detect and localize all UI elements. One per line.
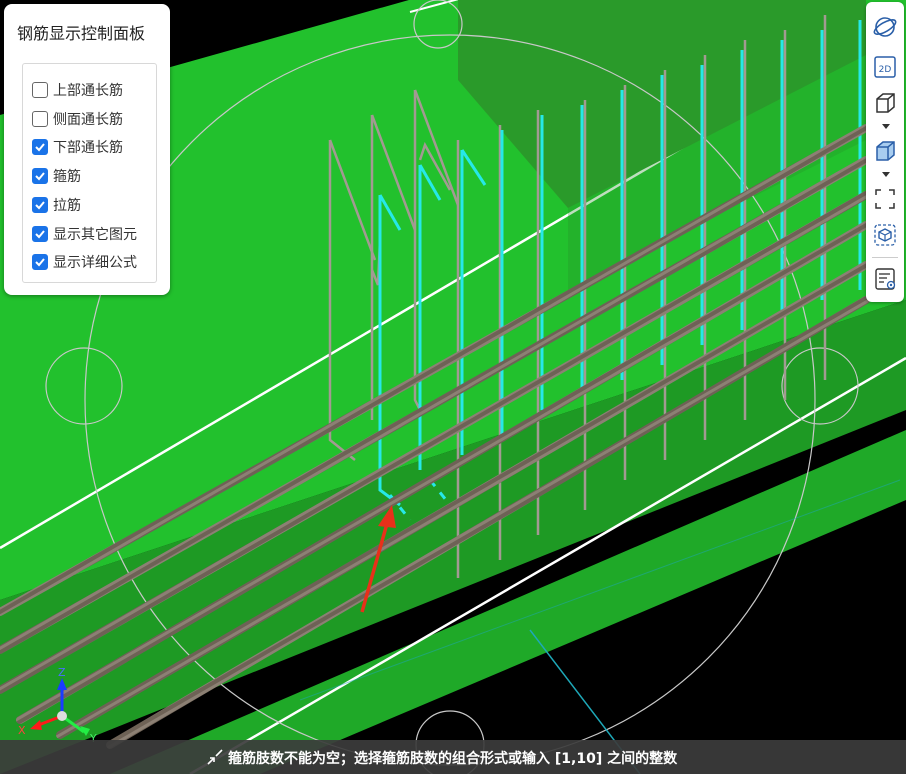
option-stirrup[interactable]: 箍筋	[32, 165, 81, 187]
toolbar-divider	[872, 257, 898, 258]
checkbox[interactable]	[32, 139, 48, 155]
option-label: 箍筋	[53, 169, 81, 185]
view-2d-icon[interactable]: 2D	[870, 52, 900, 82]
chevron-down-icon[interactable]	[882, 172, 890, 177]
section-box-icon[interactable]	[870, 220, 900, 250]
collapse-icon[interactable]	[204, 748, 224, 768]
rebar-display-panel: 钢筋显示控制面板 上部通长筋 侧面通长筋 下部通长筋 箍筋 拉筋 显示其它图元 …	[4, 4, 170, 295]
option-label: 上部通长筋	[53, 83, 123, 99]
option-tie-bar[interactable]: 拉筋	[32, 194, 81, 216]
checkbox[interactable]	[32, 197, 48, 213]
option-label: 下部通长筋	[53, 140, 123, 156]
checkbox[interactable]	[32, 168, 48, 184]
shaded-box-icon[interactable]	[870, 136, 900, 166]
properties-icon[interactable]	[870, 264, 900, 294]
view-toolbar: 2D	[866, 2, 904, 302]
axis-x-label: X	[18, 724, 26, 737]
checkbox[interactable]	[32, 254, 48, 270]
orbit-icon[interactable]	[870, 12, 900, 42]
axis-z-label: Z	[58, 668, 66, 679]
option-show-detailed-formula[interactable]: 显示详细公式	[32, 251, 137, 273]
option-top-longitudinal[interactable]: 上部通长筋	[32, 79, 123, 101]
option-label: 显示其它图元	[53, 227, 137, 243]
option-side-longitudinal[interactable]: 侧面通长筋	[32, 108, 123, 130]
checkbox[interactable]	[32, 111, 48, 127]
panel-title: 钢筋显示控制面板	[17, 24, 146, 43]
chevron-down-icon[interactable]	[882, 124, 890, 129]
view-2d-label: 2D	[879, 65, 892, 75]
axis-gizmo: Z X Y	[18, 668, 97, 744]
view-3d-box-icon[interactable]	[870, 88, 900, 118]
status-bar: 箍筋肢数不能为空；选择箍筋肢数的组合形式或输入 [1,10] 之间的整数	[0, 740, 906, 774]
checkbox[interactable]	[32, 82, 48, 98]
option-label: 拉筋	[53, 198, 81, 214]
status-message: 箍筋肢数不能为空；选择箍筋肢数的组合形式或输入 [1,10] 之间的整数	[228, 751, 678, 767]
option-label: 显示详细公式	[53, 255, 137, 271]
checkbox[interactable]	[32, 226, 48, 242]
option-show-other-elements[interactable]: 显示其它图元	[32, 223, 137, 245]
fit-view-icon[interactable]	[870, 184, 900, 214]
option-label: 侧面通长筋	[53, 112, 123, 128]
option-bottom-longitudinal[interactable]: 下部通长筋	[32, 136, 123, 158]
